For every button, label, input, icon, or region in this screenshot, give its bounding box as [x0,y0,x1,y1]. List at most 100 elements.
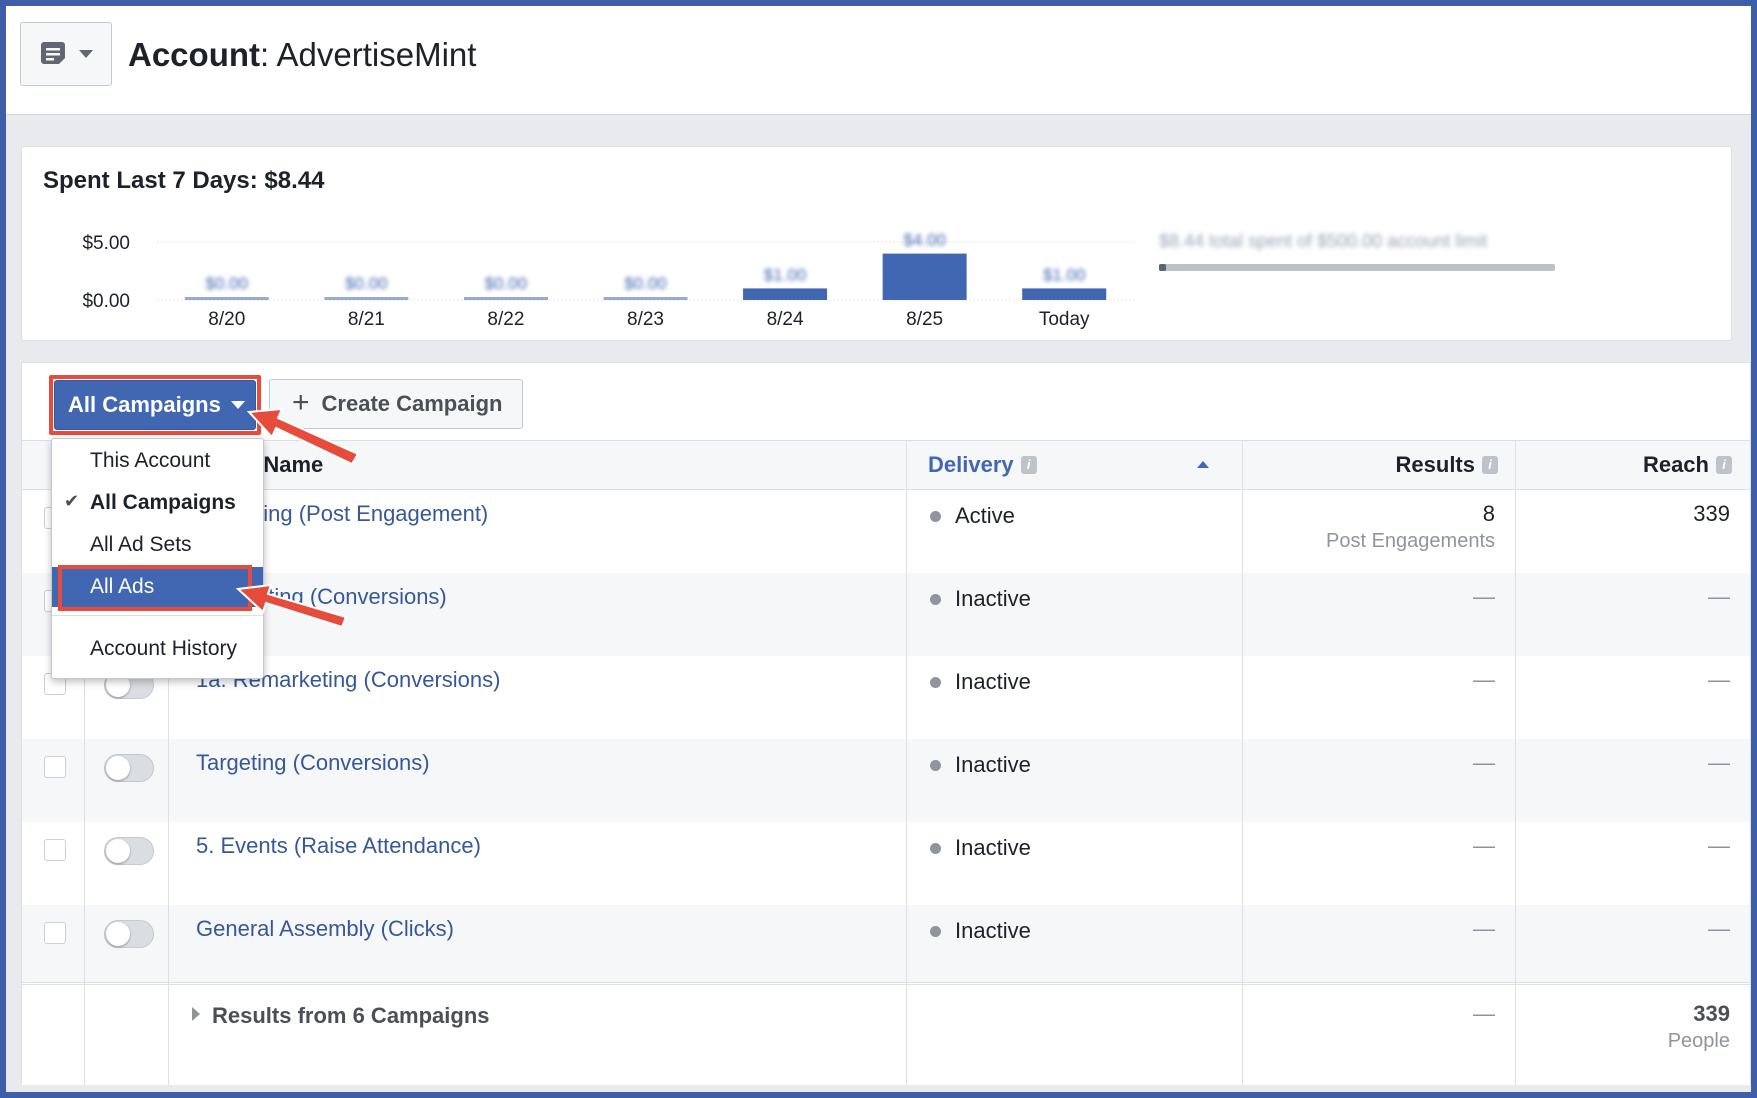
table-row[interactable]: eting (Conversions) Inactive — — [22,573,1750,656]
chart-bar [463,297,548,300]
delivery-header-label: Delivery [928,452,1014,477]
delivery-status: Inactive [930,669,1031,695]
x-tick-label: 8/25 [906,309,943,330]
results-type: Post Engagements [1326,530,1495,552]
all-campaigns-dropdown-button[interactable]: All Campaigns [54,380,256,430]
caret-down-icon [230,401,245,409]
campaign-toggle[interactable] [104,837,154,865]
reach-value: — [1708,584,1730,609]
x-tick-label: Today [1039,309,1090,330]
results-value: — [1473,584,1495,609]
summary-results: — [1473,1001,1495,1026]
table-row[interactable]: 1a. Remarketing (Conversions) Inactive —… [22,656,1750,739]
menu-item-account-history[interactable]: Account History [52,629,263,669]
account-menu-button[interactable] [20,22,112,86]
delivery-status: Inactive [930,835,1031,861]
account-limit-text: $8.44 total spent of $500.00 account lim… [1159,231,1488,251]
bar-data-label: $1.00 [1043,265,1086,284]
table-summary-row: Results from 6 Campaigns — 339 People [22,982,1750,1085]
status-dot-icon [930,759,941,771]
column-header-reach[interactable]: Reach i [1643,441,1732,489]
campaign-toggle[interactable] [104,754,154,782]
campaign-name-link[interactable]: eting (Conversions) [256,584,447,610]
menu-divider [52,615,263,616]
x-tick-label: 8/24 [767,309,804,330]
x-tick-label: 8/22 [487,309,524,330]
delivery-status-label: Active [955,503,1015,528]
campaign-name-link[interactable]: General Assembly (Clicks) [196,916,454,942]
row-checkbox[interactable] [44,922,66,944]
results-header-label: Results [1395,452,1475,477]
column-divider [1242,440,1243,1085]
info-icon[interactable]: i [1020,456,1037,474]
summary-reach: 339 [1693,1001,1730,1026]
table-row[interactable]: Targeting (Conversions) Inactive — — [22,739,1750,822]
sort-ascending-icon[interactable] [1197,461,1209,468]
menu-item-all-ad-sets[interactable]: All Ad Sets [52,525,263,565]
info-icon[interactable]: i [1482,456,1498,474]
checkmark-icon: ✔ [64,491,80,511]
reach-value: — [1708,833,1730,858]
column-divider [906,440,907,1085]
menu-item-this-account[interactable]: This Account [52,441,263,481]
table-row[interactable]: marketing (Post Engagement) Active 8 Pos… [22,490,1750,573]
reach-value: 339 [1693,501,1730,526]
view-level-dropdown-menu: This Account ✔ All Campaigns All Ad Sets… [51,438,264,679]
caret-down-icon [79,50,93,58]
bar-data-label: $1.00 [764,265,807,284]
delivery-status-label: Inactive [955,918,1031,943]
spend-summary-panel: Spent Last 7 Days: $8.44 $5.00 $0.00 $0.00… [21,146,1732,341]
summary-reach-unit: People [1667,1030,1730,1052]
status-dot-icon [930,842,941,854]
table-row[interactable]: 5. Events (Raise Attendance) Inactive — … [22,822,1750,905]
results-value: — [1473,750,1495,775]
bar-data-label: $0.00 [345,274,388,293]
status-dot-icon [930,925,941,937]
expand-triangle-icon[interactable] [192,1007,200,1021]
menu-item-all-ads[interactable]: All Ads [52,567,263,607]
summary-label[interactable]: Results from 6 Campaigns [212,1003,490,1029]
x-tick-label: 8/21 [348,309,385,330]
delivery-status: Inactive [930,918,1031,944]
column-header-results[interactable]: Results i [1396,441,1498,489]
screenshot-frame: Account: AdvertiseMint Spent Last 7 Days… [0,0,1757,1098]
results-value: — [1473,916,1495,941]
chart-bar [1022,288,1107,300]
delivery-status: Inactive [930,586,1031,612]
results-value: — [1473,833,1495,858]
delivery-status-label: Inactive [955,835,1031,860]
create-campaign-button[interactable]: + Create Campaign [269,379,523,429]
campaign-toggle[interactable] [104,920,154,948]
campaign-name-link[interactable]: Targeting (Conversions) [196,750,430,776]
column-divider [1515,440,1516,1085]
delivery-status-label: Inactive [955,752,1031,777]
page-title: Account: AdvertiseMint [128,36,477,73]
chart-bar [324,297,409,300]
campaigns-panel: All Campaigns + Create Campaign aign Nam… [21,362,1751,1085]
notes-icon [39,40,69,68]
status-dot-icon [930,510,941,522]
chart-bar [603,297,688,300]
chart-bar [184,297,269,300]
all-campaigns-label: All Campaigns [68,392,221,417]
toggle-knob [106,756,130,780]
bar-data-label: $0.00 [206,274,249,293]
row-checkbox[interactable] [44,839,66,861]
delivery-status: Inactive [930,752,1031,778]
account-header: Account: AdvertiseMint [6,6,1751,115]
bar-data-label: $4.00 [903,231,946,250]
table-row[interactable]: General Assembly (Clicks) Inactive — — [22,905,1750,988]
column-header-delivery[interactable]: Delivery i [928,441,1037,489]
account-limit-fill [1159,264,1166,271]
menu-item-label: All Campaigns [90,491,236,514]
chart-bar [882,253,967,300]
menu-item-all-campaigns[interactable]: ✔ All Campaigns [52,483,263,523]
campaign-name-link[interactable]: 5. Events (Raise Attendance) [196,833,481,859]
delivery-status-label: Inactive [955,669,1031,694]
row-checkbox[interactable] [44,756,66,778]
reach-header-label: Reach [1642,452,1709,477]
x-tick-label: 8/23 [627,309,664,330]
info-icon[interactable]: i [1716,456,1732,474]
reach-value: — [1708,750,1730,775]
x-tick-label: 8/20 [208,309,245,330]
